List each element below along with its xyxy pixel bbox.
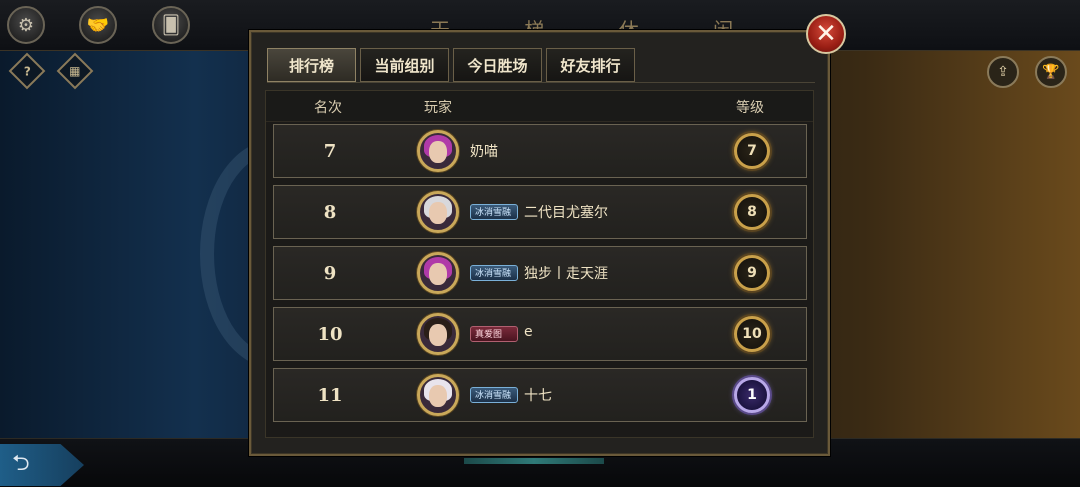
header-level: 等级 xyxy=(736,100,764,116)
table-row[interactable]: 9 冰消雪融 独步丨走天涯 9 xyxy=(273,246,807,300)
tab-friends-ranking[interactable]: 好友排行 xyxy=(546,48,635,82)
player-avatar[interactable] xyxy=(417,252,459,294)
gift-button[interactable]: ▦ xyxy=(56,52,94,90)
header-rank: 名次 xyxy=(314,100,342,116)
social-button[interactable]: 🤝 xyxy=(79,6,117,44)
player-avatar[interactable] xyxy=(417,130,459,172)
tab-leaderboard[interactable]: 排行榜 xyxy=(267,48,356,82)
avatar-face xyxy=(429,202,447,224)
trophy-icon: 🏆 xyxy=(1042,64,1060,80)
level-badge: 1 xyxy=(734,377,770,413)
avatar-face xyxy=(429,385,447,407)
question-icon: ? xyxy=(23,64,31,78)
gift-icon: ▦ xyxy=(69,64,81,78)
table-row[interactable]: 10 真爱图 e 10 xyxy=(273,307,807,361)
tab-divider xyxy=(267,82,815,83)
table-row[interactable]: 11 冰消雪融 十七 1 xyxy=(273,368,807,422)
handshake-icon: 🤝 xyxy=(86,14,110,36)
tab-current-group[interactable]: 当前组别 xyxy=(360,48,449,82)
level-badge: 7 xyxy=(734,133,770,169)
row-rank: 10 xyxy=(317,323,343,345)
player-name: 十七 xyxy=(524,388,552,404)
row-rank: 9 xyxy=(323,262,337,284)
avatar-face xyxy=(429,324,447,346)
player-avatar[interactable] xyxy=(417,313,459,355)
gear-icon: ⚙ xyxy=(17,14,35,36)
bottom-accent-bar xyxy=(464,458,604,464)
level-badge: 8 xyxy=(734,194,770,230)
player-title-badge: 冰消雪融 xyxy=(470,204,518,220)
level-badge: 9 xyxy=(734,255,770,291)
tab-today-wins[interactable]: 今日胜场 xyxy=(453,48,542,82)
leaderboard-table[interactable]: 名次 玩家 等级 6分菜67奶喵78冰消雪融二代目尤塞尔89冰消雪融独步丨走天涯… xyxy=(265,90,814,438)
cards-icon: 🂠 xyxy=(161,14,181,36)
row-rank: 7 xyxy=(323,140,337,162)
share-button[interactable]: ⇪ xyxy=(987,56,1019,88)
avatar-face xyxy=(429,141,447,163)
player-name: e xyxy=(524,324,533,340)
player-avatar[interactable] xyxy=(417,191,459,233)
avatar-face xyxy=(429,263,447,285)
back-arrow-icon: ⮌ xyxy=(12,451,30,476)
row-rank: 8 xyxy=(323,201,337,223)
player-avatar[interactable] xyxy=(417,374,459,416)
player-name: 奶喵 xyxy=(470,144,498,160)
collection-button[interactable]: 🂠 xyxy=(152,6,190,44)
help-button[interactable]: ? xyxy=(8,52,46,90)
leaderboard-rows: 6分菜67奶喵78冰消雪融二代目尤塞尔89冰消雪融独步丨走天涯910真爱图e10… xyxy=(266,91,813,437)
player-name: 二代目尤塞尔 xyxy=(524,205,608,221)
player-title-badge: 冰消雪融 xyxy=(470,265,518,281)
player-title-badge: 冰消雪融 xyxy=(470,387,518,403)
close-button[interactable]: ✕ xyxy=(806,14,846,54)
player-name: 独步丨走天涯 xyxy=(524,266,608,282)
table-row[interactable]: 8 冰消雪融 二代目尤塞尔 8 xyxy=(273,185,807,239)
trophy-button[interactable]: 🏆 xyxy=(1035,56,1067,88)
header-player: 玩家 xyxy=(424,100,452,116)
share-icon: ⇪ xyxy=(997,64,1009,80)
settings-button[interactable]: ⚙ xyxy=(7,6,45,44)
row-rank: 11 xyxy=(317,384,343,406)
close-icon: ✕ xyxy=(815,19,837,49)
table-row[interactable]: 7 奶喵 7 xyxy=(273,124,807,178)
level-badge: 10 xyxy=(734,316,770,352)
table-header: 名次 玩家 等级 xyxy=(266,91,813,122)
player-title-badge: 真爱图 xyxy=(470,326,518,342)
